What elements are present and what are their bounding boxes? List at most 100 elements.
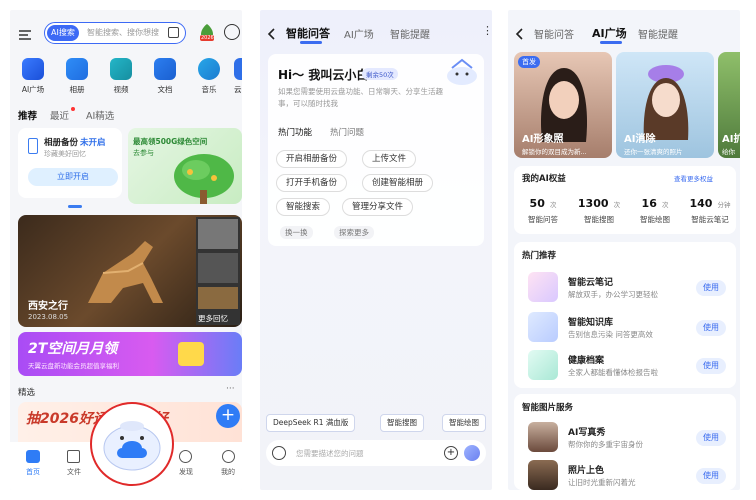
tab-ai-picks[interactable]: AI精选 bbox=[86, 108, 114, 122]
nav-files[interactable]: 文件 bbox=[67, 467, 81, 477]
backup-card[interactable]: 相册备份 未开启 珍藏美好回忆 立即开启 bbox=[18, 128, 122, 198]
backup-status: 未开启 bbox=[80, 138, 106, 148]
app-album[interactable]: 相册 bbox=[60, 58, 94, 98]
use-button[interactable]: 使用 bbox=[696, 320, 726, 336]
use-button[interactable]: 使用 bbox=[696, 430, 726, 446]
search-placeholder: 智能搜索、搜你想搜 bbox=[87, 28, 159, 37]
tab-reminder[interactable]: 智能提醒 bbox=[638, 26, 678, 41]
bronze-horse-image bbox=[88, 241, 163, 303]
explore-more-link[interactable]: 探索更多 bbox=[334, 226, 374, 239]
chat-input-bar[interactable]: 您需要描述您的问题 + bbox=[266, 440, 486, 466]
gift-icon bbox=[178, 342, 204, 366]
enable-backup-button[interactable]: 立即开启 bbox=[28, 168, 118, 186]
tab-hot-functions[interactable]: 热门功能 bbox=[278, 126, 312, 138]
phone-icon bbox=[28, 138, 38, 154]
chip-enable-backup[interactable]: 开启相册备份 bbox=[276, 150, 348, 168]
speed-icon[interactable] bbox=[224, 24, 240, 40]
tab-ai-plaza[interactable]: AI广场 bbox=[344, 26, 374, 41]
tab-ai-plaza[interactable]: AI广场 bbox=[592, 25, 627, 41]
section-more-icon[interactable]: ··· bbox=[226, 384, 235, 394]
quick-deepseek[interactable]: DeepSeek R1 满血版 bbox=[266, 414, 356, 432]
tab-recommend[interactable]: 推荐 bbox=[18, 108, 37, 122]
feature-card-portrait[interactable]: 首发 AI形象照 解锁你的双目成为新... bbox=[514, 52, 612, 158]
chip-smart-search[interactable]: 智能搜索 bbox=[276, 198, 331, 216]
tab-recent[interactable]: 最近 bbox=[50, 108, 69, 122]
voice-icon[interactable] bbox=[272, 446, 286, 460]
image-service-card: 智能图片服务 AI写真秀 帮你你的多重宇宙身份 使用 照片上色 让旧时光重新闪着… bbox=[514, 394, 736, 490]
thumbnail[interactable] bbox=[198, 287, 238, 309]
app-document[interactable]: 文档 bbox=[148, 58, 182, 98]
tab-qa[interactable]: 智能问答 bbox=[286, 25, 330, 41]
app-label: 音乐 bbox=[201, 85, 217, 94]
stat-cloud-note: 140 分钟 智能云笔记 bbox=[684, 192, 736, 225]
chip-phone-backup[interactable]: 打开手机备份 bbox=[276, 174, 348, 192]
back-icon[interactable] bbox=[514, 26, 526, 40]
image-service-title: 智能图片服务 bbox=[522, 403, 574, 413]
scan-icon[interactable] bbox=[168, 27, 179, 38]
add-button[interactable]: + bbox=[216, 404, 240, 428]
app-ai-plaza[interactable]: AI广场 bbox=[16, 58, 50, 98]
back-icon[interactable] bbox=[266, 26, 278, 40]
banner-title: 2T空间月月领 bbox=[28, 341, 118, 357]
quota-badge: 剩余50次 bbox=[362, 68, 398, 80]
menu-icon[interactable] bbox=[18, 26, 32, 40]
card-desc: 还你一张清爽的照片 bbox=[624, 148, 683, 156]
card-title: AI扩 bbox=[722, 134, 740, 145]
tab-reminder[interactable]: 智能提醒 bbox=[390, 26, 430, 41]
use-button[interactable]: 使用 bbox=[696, 358, 726, 374]
new-year-icon[interactable]: 2026 bbox=[198, 22, 216, 44]
active-tab-indicator bbox=[600, 41, 622, 44]
item-desc: 全家人都能看懂体检报告啦 bbox=[568, 368, 658, 377]
file-icon[interactable] bbox=[67, 450, 80, 463]
thumbnail-column[interactable] bbox=[196, 217, 240, 325]
refresh-link[interactable]: 换一换 bbox=[280, 226, 313, 239]
photo-date: 2023.08.05 bbox=[28, 313, 69, 321]
promo-card[interactable]: 最高领500G绿色空间 去参与 bbox=[128, 128, 242, 204]
tree-illustration bbox=[174, 154, 234, 204]
quick-image-draw[interactable]: 智能绘图 bbox=[442, 414, 486, 432]
thumbnail[interactable] bbox=[198, 219, 238, 249]
quick-image-search[interactable]: 智能搜图 bbox=[380, 414, 424, 432]
use-button[interactable]: 使用 bbox=[696, 280, 726, 296]
item-desc: 帮你你的多重宇宙身份 bbox=[568, 440, 643, 449]
home-icon[interactable] bbox=[26, 450, 40, 463]
promo-link[interactable]: 去参与 bbox=[133, 148, 154, 158]
app-video[interactable]: 视频 bbox=[104, 58, 138, 98]
thumbnail[interactable] bbox=[198, 253, 238, 283]
nav-discover[interactable]: 发现 bbox=[179, 467, 193, 477]
app-label: 云 bbox=[234, 85, 242, 94]
greeting-title: Hi～ 我叫云小白 bbox=[278, 68, 369, 82]
rights-more-link[interactable]: 查看更多权益 bbox=[674, 173, 713, 183]
feature-card-erase[interactable]: AI消除 还你一张清爽的照片 bbox=[616, 52, 714, 158]
use-button[interactable]: 使用 bbox=[696, 468, 726, 484]
year-badge: 2026 bbox=[201, 35, 214, 41]
search-input[interactable]: AI搜索 智能搜索、搜你想搜 bbox=[44, 22, 186, 44]
stat-unit: 分钟 bbox=[717, 201, 731, 209]
promo-title: 最高领500G绿色空间 bbox=[133, 137, 208, 146]
item-title: 照片上色 bbox=[568, 466, 605, 476]
chat-placeholder: 您需要描述您的问题 bbox=[296, 449, 364, 458]
app-music[interactable]: 音乐 bbox=[192, 58, 226, 98]
tab-qa[interactable]: 智能问答 bbox=[534, 26, 574, 41]
memory-photo[interactable]: 西安之行 2023.08.05 更多回忆 bbox=[18, 215, 242, 327]
chip-smart-album[interactable]: 创建智能相册 bbox=[362, 174, 434, 192]
more-memories-link[interactable]: 更多回忆 bbox=[198, 313, 228, 324]
send-icon[interactable] bbox=[464, 445, 480, 461]
feature-card-expand[interactable]: AI扩 给你 bbox=[718, 52, 740, 158]
video-icon bbox=[110, 58, 132, 80]
nav-mine[interactable]: 我的 bbox=[221, 467, 235, 477]
profile-icon[interactable] bbox=[222, 450, 235, 463]
ai-search-badge[interactable]: AI搜索 bbox=[47, 25, 79, 41]
more-options-icon[interactable]: ⋮ bbox=[482, 24, 492, 37]
chip-upload[interactable]: 上传文件 bbox=[362, 150, 417, 168]
ai-mascot-button[interactable] bbox=[90, 402, 174, 486]
discover-icon[interactable] bbox=[179, 450, 192, 463]
knowledge-base-icon bbox=[528, 312, 558, 342]
plus-icon[interactable]: + bbox=[444, 446, 458, 460]
item-desc: 让旧时光重新闪着光 bbox=[568, 478, 636, 487]
nav-home[interactable]: 首页 bbox=[26, 467, 40, 477]
chip-manage-share[interactable]: 管理分享文件 bbox=[342, 198, 414, 216]
app-cloud[interactable]: 云 bbox=[232, 58, 242, 98]
promo-banner[interactable]: 2T空间月月领 天翼云盘新功能会员超值享福利 bbox=[18, 332, 242, 376]
tab-hot-questions[interactable]: 热门问题 bbox=[330, 126, 364, 138]
